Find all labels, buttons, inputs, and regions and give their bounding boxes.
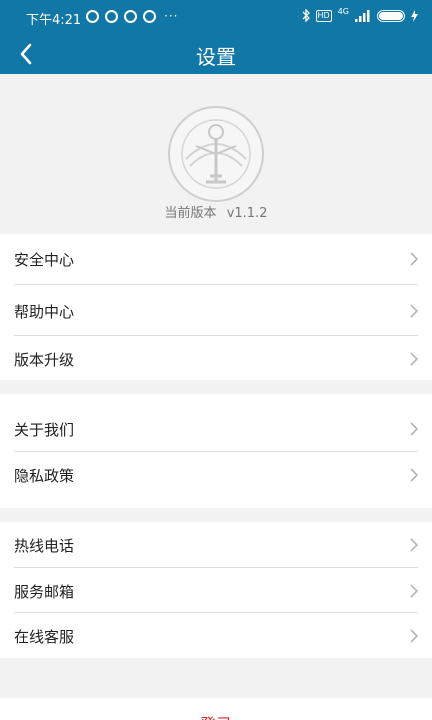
nav-bar: 设置 [0,34,432,74]
list-item-security-center[interactable]: 安全中心 [0,236,432,282]
notification-icons: ··· [86,9,178,23]
charging-icon [411,9,418,22]
status-bar: 下午4:21 ··· HD 4G [0,0,432,34]
status-time: 下午4:21 [26,13,82,28]
chevron-right-icon [410,252,418,266]
list-item-online-service[interactable]: 在线客服 [0,613,432,659]
institution-seal-icon [168,106,264,202]
list-item-label: 隐私政策 [14,466,75,485]
notification-icon [86,9,99,23]
hd-badge: HD [315,9,332,22]
signal-icon [355,9,370,22]
list-item-privacy-policy[interactable]: 隐私政策 [0,452,432,498]
settings-group-1: 安全中心 帮助中心 版本升级 [0,234,432,380]
list-item-label: 热线电话 [14,536,75,555]
chevron-right-icon [410,584,418,598]
list-item-label: 服务邮箱 [14,582,75,601]
status-right: HD 4G [302,7,418,22]
settings-group-3: 热线电话 服务邮箱 在线客服 [0,522,432,658]
list-item-version-upgrade[interactable]: 版本升级 [0,336,432,382]
chevron-right-icon [410,352,418,366]
list-item-label: 安全中心 [14,250,75,269]
battery-icon [377,9,405,22]
bluetooth-icon [302,9,310,22]
notification-icon [105,9,118,23]
login-button-label: 登录 [0,711,432,720]
page-title: 设置 [196,45,236,69]
list-item-label: 关于我们 [14,420,75,439]
version-label: 当前版本 [164,206,217,221]
list-item-label: 在线客服 [14,627,75,646]
list-item-hotline[interactable]: 热线电话 [0,522,432,568]
settings-group-2: 关于我们 隐私政策 [0,394,432,508]
version-info: 当前版本 v1.1.2 [0,202,432,221]
divider [14,284,418,285]
list-item-about-us[interactable]: 关于我们 [0,406,432,452]
list-item-label: 帮助中心 [14,302,75,321]
more-notifications: ··· [164,9,179,23]
list-item-help-center[interactable]: 帮助中心 [0,288,432,334]
list-item-label: 版本升级 [14,350,75,369]
list-item-service-email[interactable]: 服务邮箱 [0,568,432,614]
notification-icon [143,9,156,23]
network-type: 4G [337,7,349,16]
notification-icon [124,9,137,23]
chevron-right-icon [410,538,418,552]
chevron-right-icon [410,304,418,318]
chevron-right-icon [410,629,418,643]
chevron-right-icon [410,422,418,436]
chevron-right-icon [410,468,418,482]
version-value: v1.1.2 [226,206,268,221]
login-button[interactable]: 登录 [0,698,432,720]
